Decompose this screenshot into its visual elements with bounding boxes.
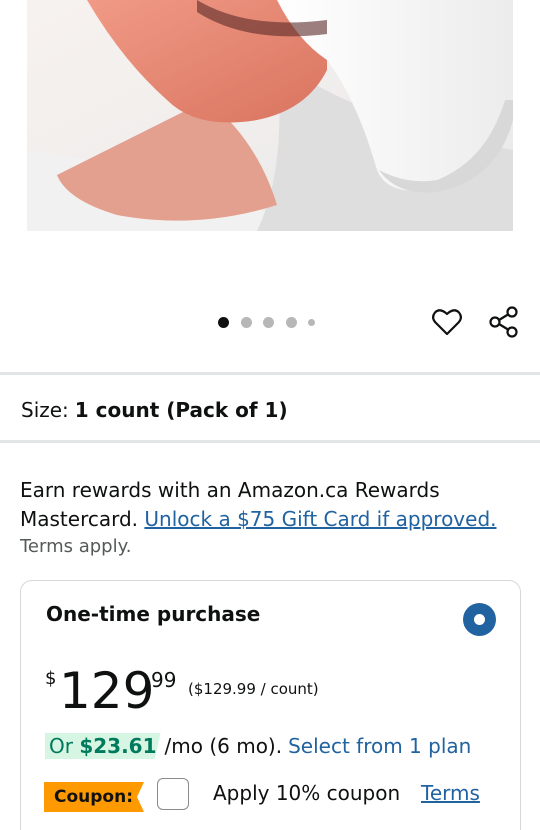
carousel-dot[interactable] [308, 318, 315, 326]
size-label: Size: [21, 398, 69, 422]
unit-price: ($129.99 / count) [188, 680, 319, 698]
carousel-dot[interactable] [285, 316, 297, 328]
share-icon [489, 306, 518, 338]
wishlist-button[interactable] [430, 305, 464, 339]
radio-selected-dot [474, 614, 485, 625]
price-symbol: $ [45, 668, 57, 689]
monthly-prefix: Or [49, 734, 73, 758]
image-carousel-dots[interactable] [218, 316, 315, 328]
carousel-dot[interactable] [218, 316, 229, 328]
product-image-area [0, 0, 540, 372]
size-selector[interactable]: Size: 1 count (Pack of 1) [21, 396, 288, 424]
purchase-option-title: One-time purchase [46, 602, 261, 626]
monthly-amount: $23.61 [79, 734, 157, 758]
coupon-terms-link[interactable]: Terms [421, 778, 480, 808]
monthly-badge: Or $23.61 [45, 733, 161, 759]
carousel-dot[interactable] [263, 316, 274, 328]
divider [0, 440, 540, 443]
share-button[interactable] [487, 305, 521, 339]
monthly-term: /mo (6 mo). [164, 734, 283, 758]
price-fraction: 99 [151, 668, 177, 692]
monthly-payment: Or $23.61 /mo (6 mo). Select from 1 plan [45, 731, 471, 761]
heart-outline-icon [432, 309, 462, 336]
one-time-purchase-card[interactable]: One-time purchase $ 129 99 ($129.99 / co… [20, 580, 521, 830]
product-image[interactable] [27, 0, 513, 231]
select-plan-link[interactable]: Select from 1 plan [288, 731, 471, 761]
divider [0, 372, 540, 375]
carousel-dot[interactable] [240, 316, 252, 328]
rewards-gift-card-link[interactable]: Unlock a $75 Gift Card if approved. [144, 507, 496, 531]
rewards-terms: Terms apply. [20, 536, 132, 557]
price-whole: 129 [59, 662, 155, 720]
coupon-checkbox[interactable] [157, 778, 189, 810]
purchase-option-radio[interactable] [463, 603, 496, 636]
coupon-text: Apply 10% coupon [213, 781, 401, 805]
rewards-promo: Earn rewards with an Amazon.ca Rewards M… [20, 476, 525, 533]
coupon-badge: Coupon: [44, 782, 144, 812]
coupon-row: Coupon: Apply 10% coupon Terms [44, 778, 514, 812]
size-value: 1 count (Pack of 1) [74, 398, 288, 422]
